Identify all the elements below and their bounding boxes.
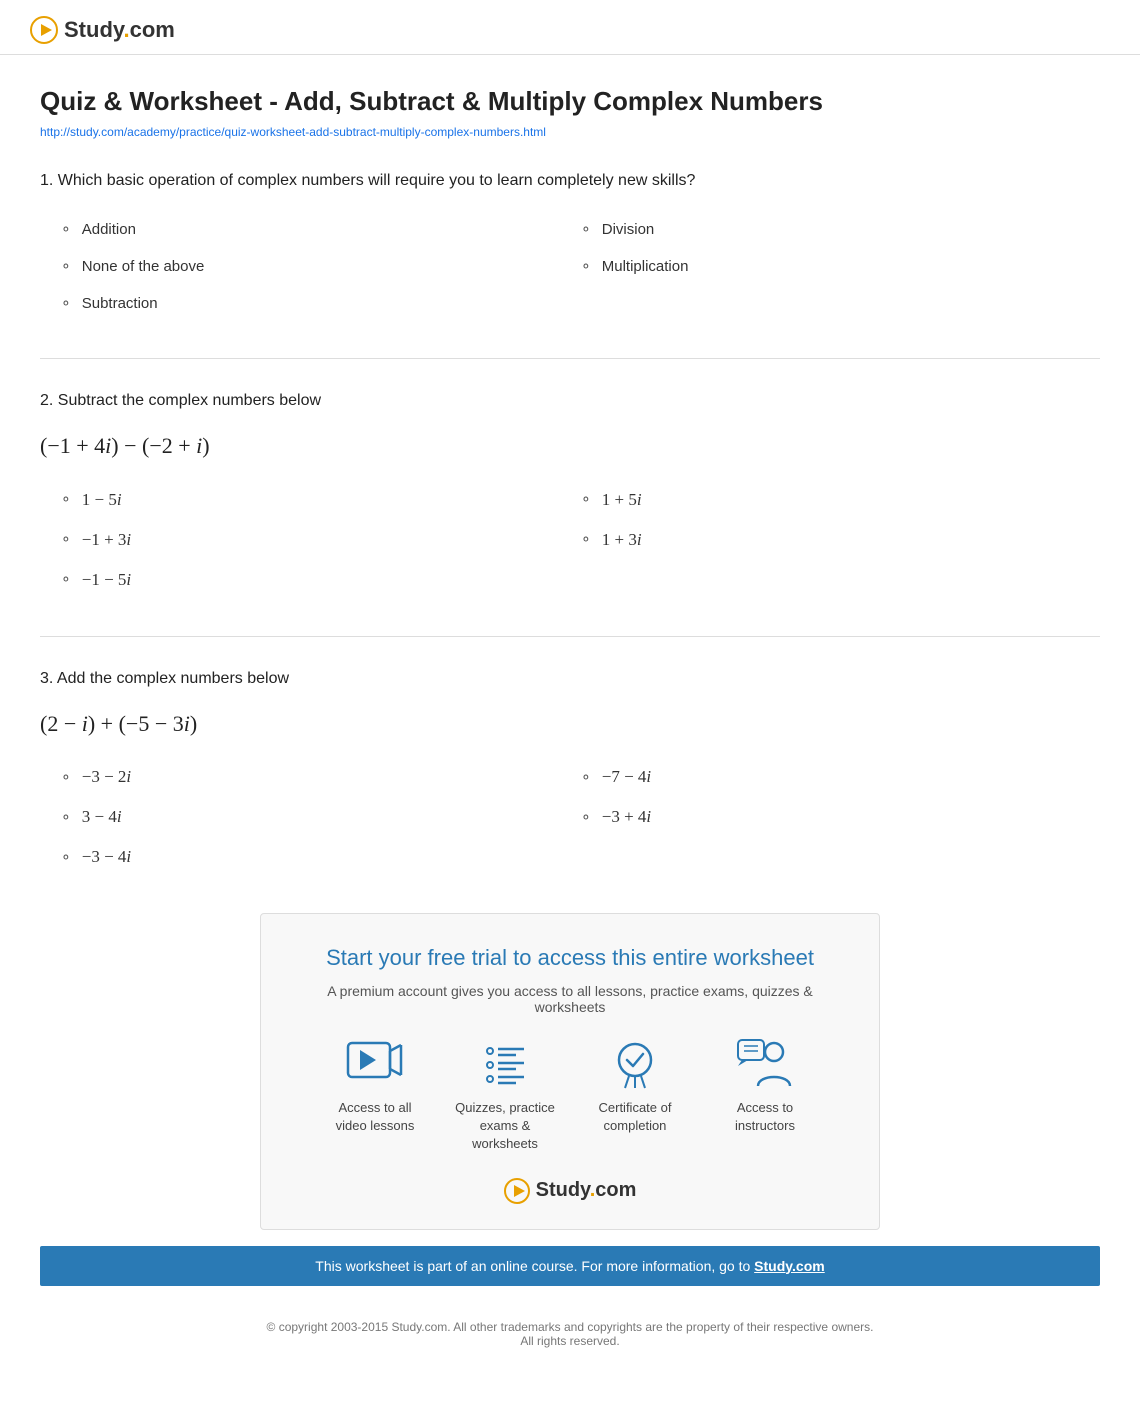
question-1-text: 1. Which basic operation of complex numb… <box>40 169 1100 193</box>
answer-item[interactable]: ⚬ −1 − 5i <box>60 560 580 600</box>
feature-label-instructors: Access toinstructors <box>735 1099 795 1135</box>
radio-icon: ⚬ <box>60 849 72 866</box>
trial-feature-video: Access to allvideo lessons <box>325 1039 425 1154</box>
answer-label: Subtraction <box>82 295 158 312</box>
certificate-icon <box>605 1039 665 1089</box>
answer-label: −1 − 5i <box>82 570 131 590</box>
answer-item[interactable]: ⚬ 1 + 3i <box>580 520 1100 560</box>
answer-label: 1 − 5i <box>82 490 122 510</box>
answer-item[interactable]: ⚬ −3 − 4i <box>60 837 580 877</box>
trial-feature-quizzes: Quizzes, practiceexams & worksheets <box>455 1039 555 1154</box>
radio-icon: ⚬ <box>60 258 72 275</box>
radio-icon: ⚬ <box>60 491 72 508</box>
answer-label: −3 − 2i <box>82 767 131 787</box>
answers-grid-2: ⚬ 1 − 5i ⚬ 1 + 5i ⚬ −1 + 3i ⚬ 1 + 3i ⚬ <box>60 480 1100 600</box>
radio-icon: ⚬ <box>580 258 592 275</box>
answer-item[interactable]: ⚬ None of the above <box>60 248 580 285</box>
radio-icon: ⚬ <box>60 809 72 826</box>
radio-icon: ⚬ <box>580 491 592 508</box>
page: Study.com Quiz & Worksheet - Add, Subtra… <box>0 0 1140 1422</box>
answer-item[interactable]: ⚬ Addition <box>60 211 580 248</box>
instructors-icon <box>735 1039 795 1089</box>
trial-subtitle: A premium account gives you access to al… <box>301 983 839 1015</box>
answer-label: 1 + 3i <box>602 530 642 550</box>
info-bar-link[interactable]: Study.com <box>754 1258 825 1274</box>
question-2-equation: (−1 + 4i) − (−2 + i) <box>40 431 1100 462</box>
answer-item[interactable]: ⚬ Division <box>580 211 1100 248</box>
answer-label: −7 − 4i <box>602 767 651 787</box>
list-icon <box>475 1039 535 1089</box>
footer-line1: © copyright 2003-2015 Study.com. All oth… <box>40 1320 1100 1334</box>
answer-item[interactable]: ⚬ −1 + 3i <box>60 520 580 560</box>
logo: Study.com <box>30 16 1110 44</box>
answer-label: 3 − 4i <box>82 807 122 827</box>
trial-box-wrapper: Start your free trial to access this ent… <box>40 913 1100 1229</box>
trial-title: Start your free trial to access this ent… <box>301 944 839 973</box>
answer-item[interactable]: ⚬ −3 − 2i <box>60 757 580 797</box>
trial-box: Start your free trial to access this ent… <box>260 913 880 1229</box>
answer-label: −3 − 4i <box>82 847 131 867</box>
logo-text: Study.com <box>64 17 175 43</box>
footer: © copyright 2003-2015 Study.com. All oth… <box>0 1302 1140 1368</box>
radio-icon: ⚬ <box>60 295 72 312</box>
radio-icon: ⚬ <box>580 809 592 826</box>
trial-logo: Study.com <box>301 1178 839 1204</box>
answer-item[interactable]: ⚬ Multiplication <box>580 248 1100 285</box>
answer-label: Division <box>602 221 655 238</box>
trial-features: Access to allvideo lessons <box>301 1039 839 1154</box>
answer-label: −3 + 4i <box>602 807 651 827</box>
question-3-equation: (2 − i) + (−5 − 3i) <box>40 709 1100 740</box>
trial-logo-text: Study.com <box>536 1179 637 1202</box>
header: Study.com <box>0 0 1140 55</box>
question-1: 1. Which basic operation of complex numb… <box>40 169 1100 322</box>
logo-icon <box>30 16 58 44</box>
answer-item[interactable]: ⚬ 1 − 5i <box>60 480 580 520</box>
question-3-text: 3. Add the complex numbers below <box>40 667 1100 691</box>
feature-label-video: Access to allvideo lessons <box>336 1099 415 1135</box>
answer-label: Multiplication <box>602 258 689 275</box>
answer-item[interactable]: ⚬ Subtraction <box>60 285 580 322</box>
trial-feature-certificate: Certificate ofcompletion <box>585 1039 685 1154</box>
radio-icon: ⚬ <box>580 531 592 548</box>
page-url: http://study.com/academy/practice/quiz-w… <box>40 125 1100 139</box>
answer-item[interactable]: ⚬ −3 + 4i <box>580 797 1100 837</box>
footer-line2: All rights reserved. <box>40 1334 1100 1348</box>
main-content: Quiz & Worksheet - Add, Subtract & Multi… <box>0 55 1140 877</box>
answer-label: 1 + 5i <box>602 490 642 510</box>
trial-logo-icon <box>504 1178 530 1204</box>
answer-item[interactable]: ⚬ 1 + 5i <box>580 480 1100 520</box>
radio-icon: ⚬ <box>580 221 592 238</box>
answer-label: None of the above <box>82 258 205 275</box>
answer-label: −1 + 3i <box>82 530 131 550</box>
answer-label: Addition <box>82 221 136 238</box>
question-3: 3. Add the complex numbers below (2 − i)… <box>40 667 1100 878</box>
radio-icon: ⚬ <box>60 221 72 238</box>
info-bar: This worksheet is part of an online cour… <box>40 1246 1100 1286</box>
divider <box>40 358 1100 359</box>
answer-item[interactable]: ⚬ 3 − 4i <box>60 797 580 837</box>
radio-icon: ⚬ <box>60 571 72 588</box>
feature-label-certificate: Certificate ofcompletion <box>599 1099 672 1135</box>
divider <box>40 636 1100 637</box>
answer-item[interactable]: ⚬ −7 − 4i <box>580 757 1100 797</box>
answers-grid-1: ⚬ Addition ⚬ Division ⚬ None of the abov… <box>60 211 1100 322</box>
page-title: Quiz & Worksheet - Add, Subtract & Multi… <box>40 85 1100 119</box>
info-bar-text: This worksheet is part of an online cour… <box>315 1258 750 1274</box>
feature-label-quizzes: Quizzes, practiceexams & worksheets <box>455 1099 555 1154</box>
radio-icon: ⚬ <box>60 531 72 548</box>
trial-feature-instructors: Access toinstructors <box>715 1039 815 1154</box>
radio-icon: ⚬ <box>60 769 72 786</box>
question-2-text: 2. Subtract the complex numbers below <box>40 389 1100 413</box>
radio-icon: ⚬ <box>580 769 592 786</box>
question-2: 2. Subtract the complex numbers below (−… <box>40 389 1100 600</box>
answers-grid-3: ⚬ −3 − 2i ⚬ −7 − 4i ⚬ 3 − 4i ⚬ −3 + 4i ⚬ <box>60 757 1100 877</box>
video-icon <box>345 1039 405 1089</box>
